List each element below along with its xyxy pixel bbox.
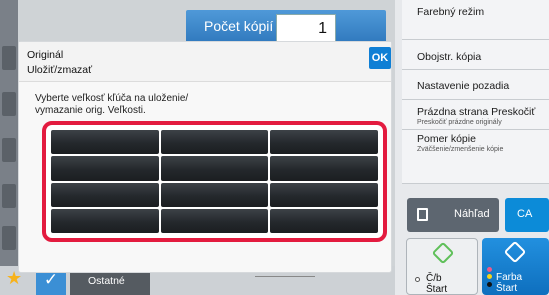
bw-dot-icon [415,277,420,282]
size-key-frame [42,121,387,242]
left-tab[interactable] [2,92,16,116]
copies-input[interactable]: 1 [276,14,336,42]
left-tab[interactable] [2,226,16,250]
copies-value: 1 [318,20,327,37]
menu-obojstr-kopia[interactable]: Obojstr. kópia [402,40,549,70]
dialog-title: Originál [27,49,64,61]
bw-label: Č/b [426,273,442,284]
copies-label: Počet kópií [204,18,274,34]
menu-farebny-rezim[interactable]: Farebný režim [402,0,549,40]
menu-label: Nastavenie pozadia [417,80,510,92]
size-key[interactable] [51,130,159,155]
color-start-label: Štart [496,283,518,294]
others-label: Ostatné [88,275,125,287]
ok-button[interactable]: OK [369,47,391,69]
preview-button[interactable]: Náhľad [407,198,499,232]
size-key-grid [51,130,378,233]
bw-start-button[interactable]: Č/b Štart [406,238,478,295]
menu-prazdna-strana[interactable]: Prázdna strana Preskočiť Preskočiť prázd… [402,100,549,130]
color-dot-icon [487,267,492,272]
left-tab[interactable] [2,46,16,70]
size-key[interactable] [160,130,269,155]
size-key[interactable] [270,182,378,207]
original-store-dialog: Originál Uložiť/zmazať OK Vyberte veľkos… [18,41,392,273]
left-tab[interactable] [2,184,16,208]
size-key[interactable] [51,156,159,181]
menu-sublabel: Preskočiť prázdne originály [417,119,502,126]
size-key[interactable] [160,156,269,181]
dialog-header [19,42,391,82]
dialog-subtitle: Uložiť/zmazať [27,64,93,76]
size-key[interactable] [270,208,378,233]
menu-label: Prázdna strana Preskočiť [417,106,536,118]
diamond-start-icon [431,241,455,265]
menu-label: Obojstr. kópia [417,51,482,63]
copy-screen: Počet kópií 1 Farebný režim Obojstr. kóp… [0,0,549,295]
size-key[interactable] [160,182,269,207]
bw-start-label: Štart [426,284,448,295]
instruction-text: Vyberte veľkosť kľúča na uloženie/ [35,93,189,104]
left-tab[interactable] [2,138,16,162]
left-tab-strip [0,0,18,295]
color-start-button[interactable]: Farba Štart [482,238,549,295]
menu-sublabel: Zväčšenie/zmenšenie kópie [417,146,504,153]
size-key[interactable] [51,208,159,233]
diamond-start-icon [503,240,527,264]
size-key[interactable] [270,130,378,155]
size-key[interactable] [270,156,378,181]
menu-nastavenie-pozadia[interactable]: Nastavenie pozadia [402,70,549,100]
divider [255,276,315,286]
instruction-text: vymazanie orig. Veľkosti. [35,105,146,116]
color-dot-icon [487,274,492,279]
color-dot-icon [487,282,492,287]
menu-label: Farebný režim [417,6,485,18]
ca-label: CA [517,208,533,220]
color-label: Farba [496,272,523,283]
menu-pomer-kopie[interactable]: Pomer kópie Zväčšenie/zmenšenie kópie [402,130,549,184]
preview-icon [417,208,428,221]
ca-button[interactable]: CA [505,198,549,232]
size-key[interactable] [160,208,269,233]
menu-label: Pomer kópie [417,133,476,145]
preview-label: Náhľad [454,208,490,220]
size-key[interactable] [51,182,159,207]
